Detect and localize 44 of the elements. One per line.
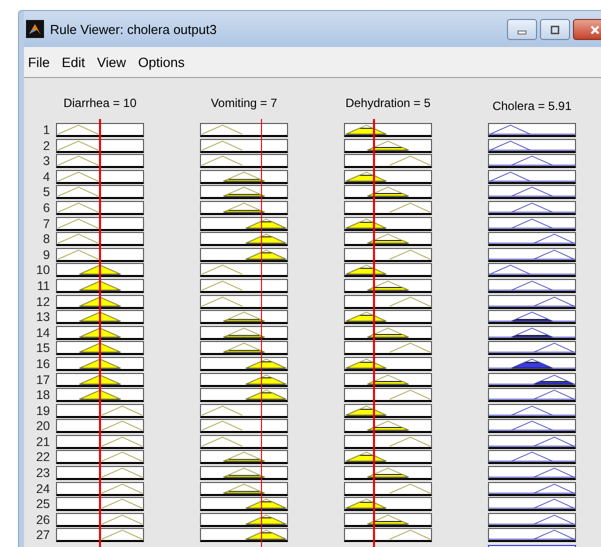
input-value-line[interactable] [99, 119, 101, 547]
rule-number: 1 [43, 123, 50, 139]
rule-number: 9 [43, 248, 50, 264]
menu-item[interactable]: File [28, 54, 50, 70]
variable-label: Dehydration = 5 [345, 96, 431, 112]
rule-number: 5 [43, 185, 50, 201]
rule-number: 2 [43, 138, 50, 154]
rule-number: 4 [43, 170, 50, 186]
rule-number: 15 [36, 341, 50, 357]
rule-number: 26 [36, 512, 50, 528]
rule-number: 23 [36, 466, 50, 482]
close-icon [590, 24, 600, 34]
rule-number: 8 [43, 232, 50, 248]
variable-label: Vomiting = 7 [210, 96, 278, 112]
menu-item[interactable]: Edit [62, 54, 86, 70]
variable-label: Cholera = 5.91 [492, 98, 572, 115]
input-value-line[interactable] [373, 119, 375, 547]
rule-number: 12 [36, 294, 50, 310]
rule-number: 18 [36, 388, 50, 404]
rule-number: 13 [36, 310, 50, 326]
rule-number: 22 [36, 450, 50, 466]
rule-number: 25 [36, 497, 50, 513]
maximize-icon [550, 24, 560, 34]
rule-number: 3 [43, 154, 50, 170]
rule-number: 24 [36, 482, 50, 498]
rule-number: 19 [36, 404, 50, 420]
rule-number: 16 [36, 356, 50, 372]
rule-number: 7 [43, 216, 50, 232]
rule-number: 6 [43, 200, 50, 217]
rule-number: 17 [36, 372, 50, 388]
minimize-button[interactable] [507, 19, 537, 40]
rule-number: 11 [37, 278, 50, 295]
rule-number: 10 [36, 263, 50, 279]
menu-item[interactable]: View [97, 54, 126, 70]
input-value-line[interactable] [260, 119, 262, 547]
variable-label: Diarrhea = 10 [63, 96, 137, 112]
maximize-button[interactable] [540, 19, 570, 40]
window-title: Rule Viewer: cholera output3 [50, 22, 217, 36]
app-icon [26, 20, 44, 38]
rule-number: 20 [36, 419, 50, 435]
menu-item[interactable]: Options [138, 54, 185, 70]
rule-number: 14 [36, 326, 50, 342]
rule-number: 21 [36, 434, 50, 450]
rule-number: 27 [36, 528, 50, 544]
